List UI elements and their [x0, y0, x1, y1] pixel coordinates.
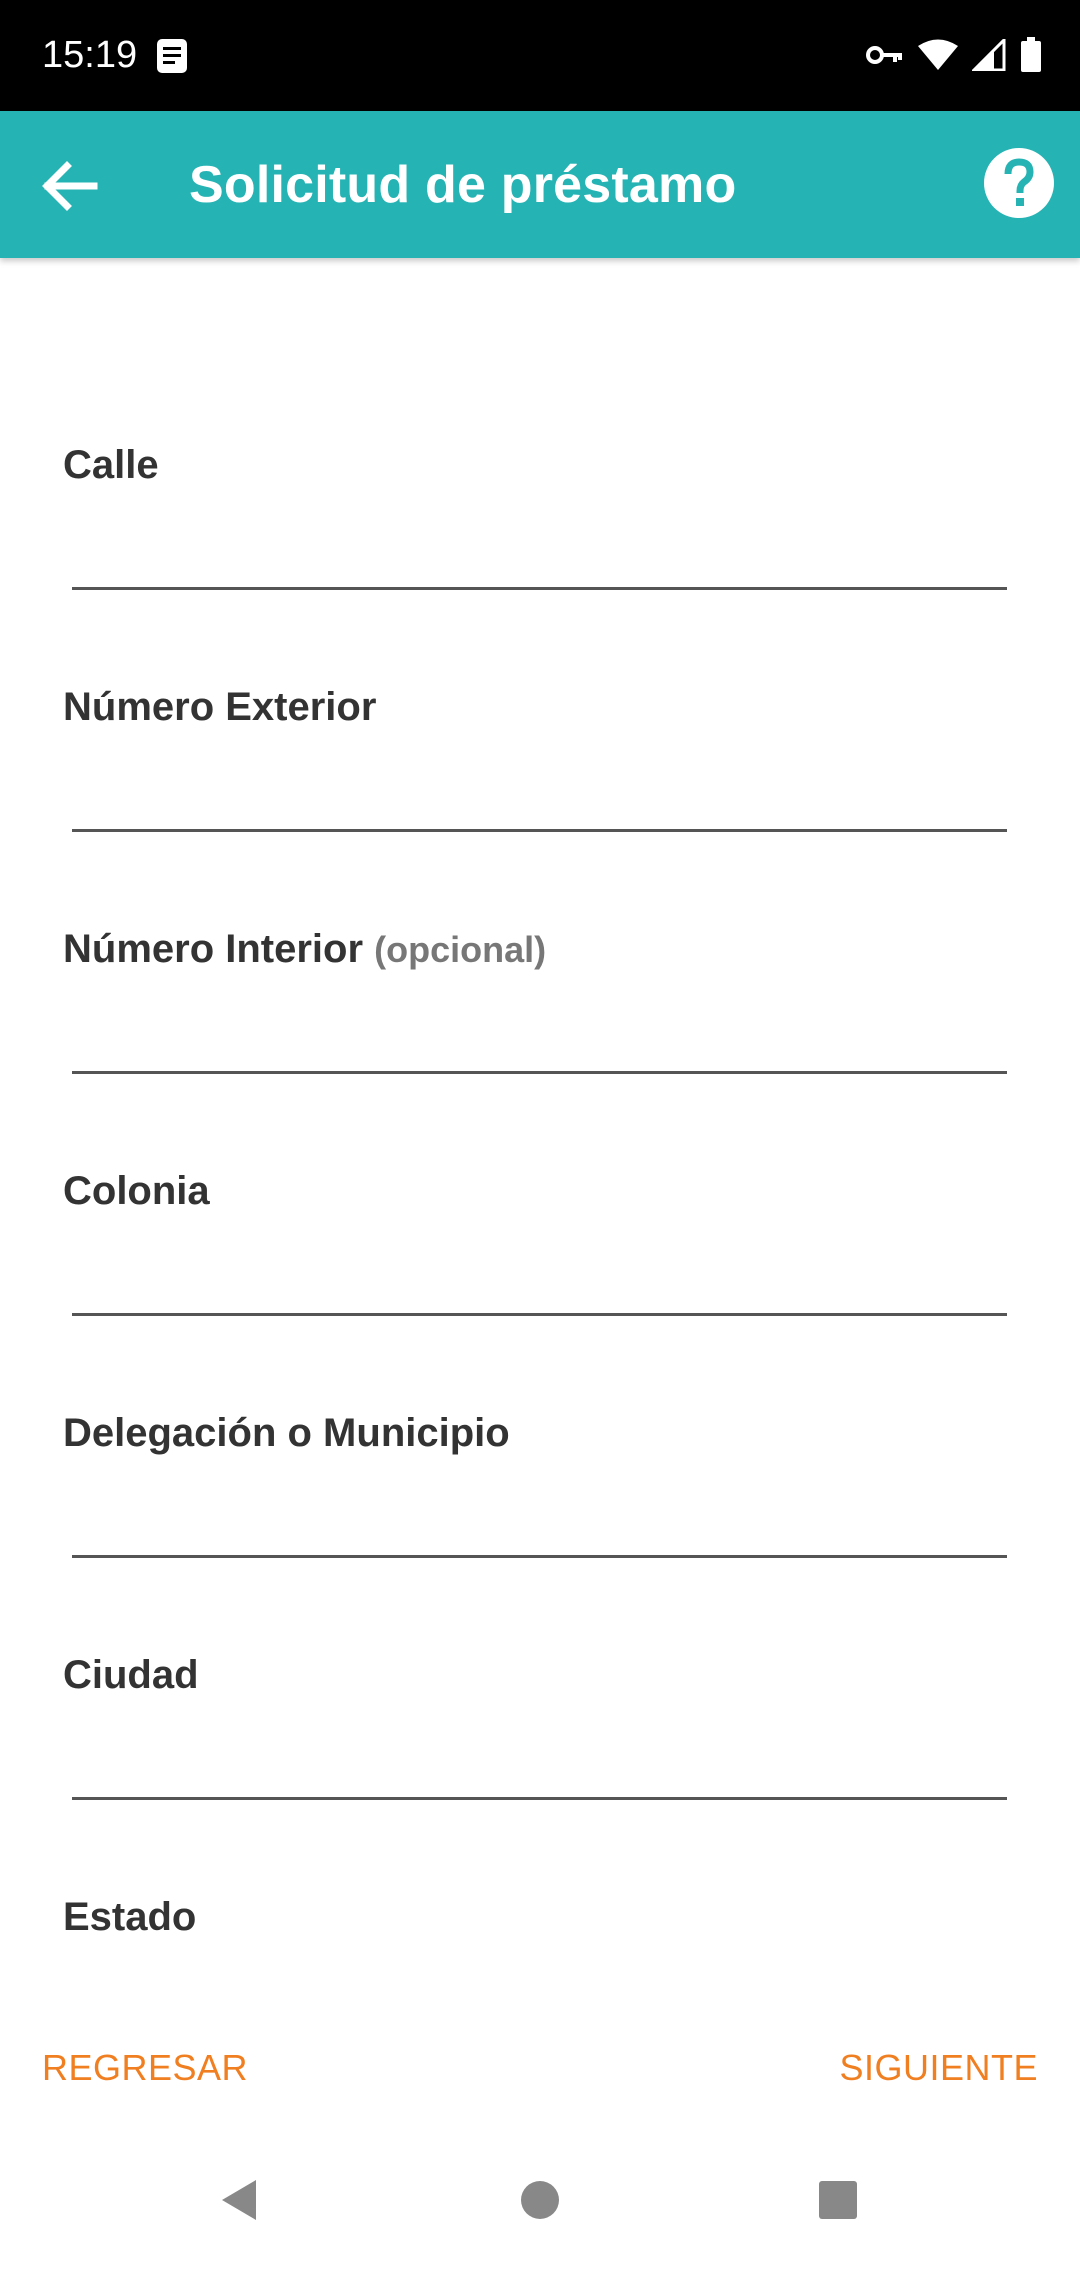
colonia-input[interactable] — [72, 1236, 1007, 1316]
help-icon[interactable] — [983, 147, 1055, 219]
field-colonia: Colonia — [0, 1166, 1080, 1408]
optional-hint: (opcional) — [374, 929, 547, 970]
battery-icon — [1021, 37, 1041, 72]
delegacion-municipio-input[interactable] — [72, 1478, 1007, 1558]
bottom-actions: REGRESAR SIGUIENTE — [0, 2040, 1080, 2096]
page-title: Solicitud de préstamo — [189, 156, 737, 214]
field-numero-exterior: Número Exterior — [0, 682, 1080, 924]
wifi-icon — [918, 39, 958, 70]
notification-icon — [157, 39, 187, 73]
field-label: Número Exterior — [63, 685, 377, 729]
arrow-back-icon[interactable] — [34, 151, 104, 221]
back-button[interactable]: REGRESAR — [42, 2040, 248, 2096]
field-estado: Estado — [0, 1892, 1080, 2012]
field-label: Colonia — [63, 1169, 210, 1213]
field-label: Delegación o Municipio — [63, 1411, 510, 1455]
field-label: Número Interior (opcional) — [63, 927, 547, 971]
nav-recents-icon[interactable] — [810, 2172, 866, 2228]
status-icons — [866, 34, 1042, 76]
field-label: Ciudad — [63, 1653, 199, 1697]
field-delegacion-municipio: Delegación o Municipio — [0, 1408, 1080, 1650]
numero-exterior-input[interactable] — [72, 752, 1007, 832]
vpn-key-icon — [866, 46, 902, 64]
system-nav-bar — [0, 2130, 1080, 2270]
status-bar: 15:19 — [0, 0, 1080, 111]
numero-interior-input[interactable] — [72, 994, 1007, 1074]
next-button[interactable]: SIGUIENTE — [839, 2040, 1038, 2096]
status-time: 15:19 — [42, 34, 138, 76]
field-calle: Calle — [0, 440, 1080, 682]
field-label: Estado — [63, 1895, 197, 1939]
ciudad-input[interactable] — [72, 1720, 1007, 1800]
field-label: Calle — [63, 443, 159, 487]
app-bar: Solicitud de préstamo — [0, 111, 1080, 258]
field-ciudad: Ciudad — [0, 1650, 1080, 1892]
signal-icon — [972, 39, 1006, 71]
nav-back-icon[interactable] — [212, 2172, 268, 2228]
nav-home-icon[interactable] — [512, 2172, 568, 2228]
field-numero-interior: Número Interior (opcional) — [0, 924, 1080, 1166]
calle-input[interactable] — [72, 510, 1007, 590]
